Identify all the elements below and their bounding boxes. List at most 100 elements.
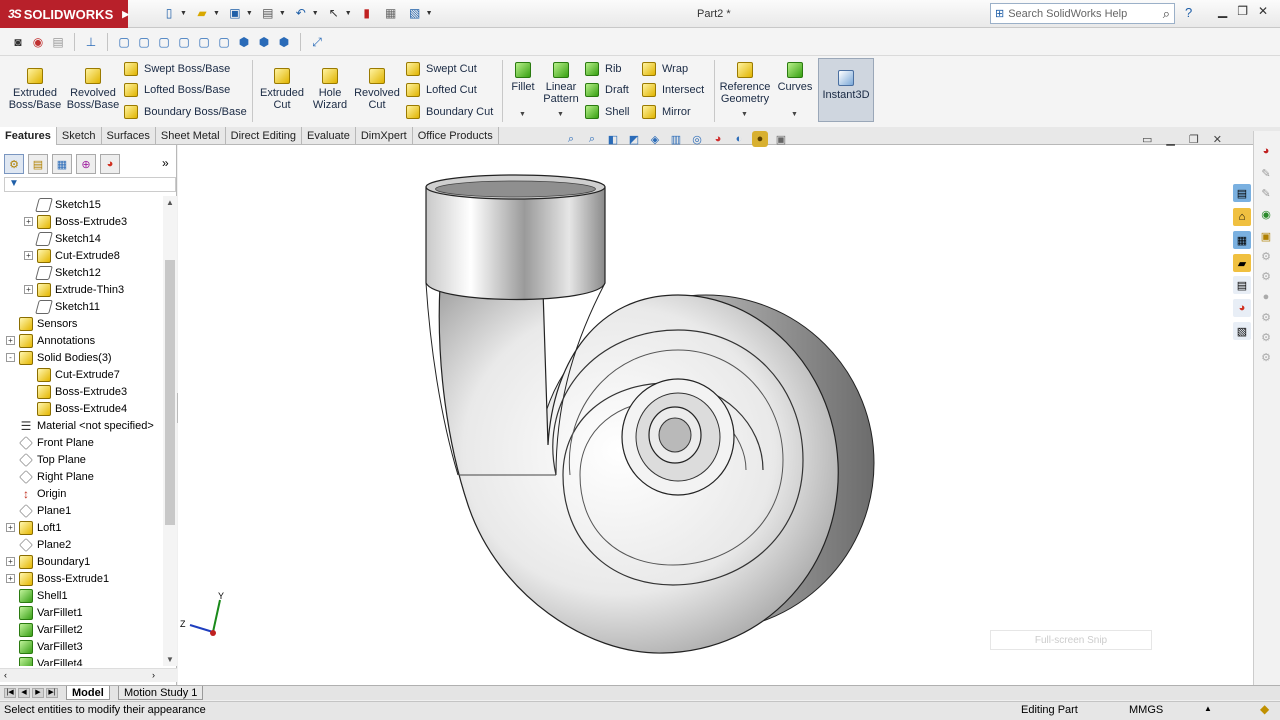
last-tab-icon[interactable]: ▶| [46,688,58,698]
display-style-icon[interactable]: ▥ [668,131,684,147]
linear-pattern-button[interactable]: Linear Pattern [541,62,581,105]
tree-item[interactable]: Sketch14 [24,230,101,247]
units-dropdown-icon[interactable]: ▲ [1204,704,1212,713]
view-settings-icon[interactable]: ▣ [773,131,789,147]
tree-item[interactable]: ☰ Material <not specified> [6,417,154,434]
mirror-button[interactable]: Mirror [642,105,691,119]
design-library-tab-icon[interactable]: ⌂ [1233,208,1251,226]
tree-expander-icon[interactable]: - [6,353,15,362]
tool-icon-7[interactable]: ● [1257,288,1275,306]
print-dropdown-icon[interactable]: ▼ [279,10,286,17]
tree-item[interactable]: VarFillet4 [6,655,83,666]
tree-item[interactable]: VarFillet2 [6,621,83,638]
solidworks-menu-button[interactable]: 3S SOLIDWORKS ▶ [0,0,129,28]
graphics-area[interactable]: Y Z [178,145,1253,685]
print-icon[interactable]: ▤ [259,4,277,22]
hole-wizard-button[interactable]: Hole Wizard [308,68,352,111]
reference-dropdown-icon[interactable]: ▼ [741,111,748,118]
tree-item[interactable]: ↕ Origin [6,485,66,502]
swept-boss-button[interactable]: Swept Boss/Base [124,62,230,76]
camera-icon[interactable]: ◙ [10,34,26,50]
tab-dimxpert[interactable]: DimXpert [356,127,413,145]
viewport-restore-icon[interactable]: ❐ [1189,133,1199,146]
scroll-down-icon[interactable]: ▼ [166,655,174,664]
swept-cut-button[interactable]: Swept Cut [406,62,477,76]
tree-expander-icon[interactable]: + [6,523,15,532]
tree-expander-icon[interactable]: + [24,251,33,260]
rebuild-status-icon[interactable]: ◆ [1260,702,1269,716]
tool-icon-2[interactable]: ✎ [1257,184,1275,202]
folder-tab-icon[interactable]: ▰ [1233,254,1251,272]
revolved-cut-button[interactable]: Revolved Cut [354,68,400,111]
boundary-boss-button[interactable]: Boundary Boss/Base [124,105,247,119]
prev-tab-icon[interactable]: ◀ [18,688,30,698]
search-help-box[interactable]: ⊞ Search SolidWorks Help ⌕ [990,3,1175,24]
search-input[interactable]: Search SolidWorks Help [1008,8,1127,20]
render-icon[interactable]: ◉ [30,34,46,50]
tree-expander-icon[interactable]: + [6,557,15,566]
tree-expander-icon[interactable]: + [6,336,15,345]
tree-item[interactable]: Sensors [6,315,77,332]
wrap-button[interactable]: Wrap [642,62,688,76]
draft-button[interactable]: Draft [585,83,629,97]
tree-item[interactable]: Shell1 [6,587,68,604]
lofted-cut-button[interactable]: Lofted Cut [406,83,477,97]
open-dropdown-icon[interactable]: ▼ [213,10,220,17]
tree-item[interactable]: + Annotations [6,332,95,349]
tree-item[interactable]: Boss-Extrude4 [24,400,127,417]
section-view-icon[interactable]: ◩ [626,131,642,147]
tool-icon-1[interactable]: ✎ [1257,164,1275,182]
view-bottom-icon[interactable]: ▢ [216,34,232,50]
rebuild-icon[interactable]: ▮ [358,4,376,22]
undo-icon[interactable]: ↶ [292,4,310,22]
tree-item[interactable]: Cut-Extrude7 [24,366,120,383]
view-dimetric-icon[interactable]: ⬢ [276,34,292,50]
hide-show-icon[interactable]: ◎ [689,131,705,147]
restore-icon[interactable]: ❐ [1237,4,1248,18]
tool-icon-10[interactable]: ⚙ [1257,348,1275,366]
display-manager-tab-icon[interactable]: ◕ [100,154,120,174]
tool-icon-5[interactable]: ⚙ [1257,247,1275,265]
scroll-up-icon[interactable]: ▲ [166,198,174,207]
appearance-icon[interactable]: ◕ [1257,142,1275,160]
fillet-dropdown-icon[interactable]: ▼ [519,111,526,118]
tab-evaluate[interactable]: Evaluate [302,127,356,145]
tree-item[interactable]: Sketch11 [24,298,100,315]
tool-icon-3[interactable]: ◉ [1257,205,1275,223]
extruded-cut-button[interactable]: Extruded Cut [258,68,306,111]
search-icon[interactable]: ⌕ [1163,6,1170,22]
file-properties-icon[interactable]: ▦ [382,4,400,22]
fillet-button[interactable]: Fillet [508,62,538,93]
tree-item[interactable]: + Boss-Extrude3 [24,213,127,230]
tab-sketch[interactable]: Sketch [57,127,102,145]
options-dropdown-icon[interactable]: ▼ [426,10,433,17]
tree-item[interactable]: + Extrude-Thin3 [24,281,124,298]
print-preview-icon[interactable]: ▤ [50,34,66,50]
tree-item[interactable]: + Loft1 [6,519,61,536]
units-selector[interactable]: MMGS [1129,704,1163,716]
configuration-manager-tab-icon[interactable]: ▦ [52,154,72,174]
zoom-to-area-icon[interactable]: ⌕ [584,131,600,147]
tab-motion-study[interactable]: Motion Study 1 [118,686,204,700]
select-pointer-icon[interactable]: ↖ [325,4,343,22]
property-manager-tab-icon[interactable]: ▤ [28,154,48,174]
new-document-icon[interactable]: ▯ [160,4,178,22]
tool-icon-4[interactable]: ▣ [1257,227,1275,245]
scroll-right-icon[interactable]: › [152,670,155,680]
curves-button[interactable]: Curves [776,62,814,93]
new-dropdown-icon[interactable]: ▼ [180,10,187,17]
custom-properties-tab-icon[interactable]: ▧ [1233,322,1251,340]
resources-tab-icon[interactable]: ▤ [1233,184,1251,202]
origin-triad-icon[interactable]: ⊥ [83,34,99,50]
zoom-to-fit-icon[interactable]: ⌕ [563,131,579,147]
shell-button[interactable]: Shell [585,105,629,119]
appearances-tab-icon[interactable]: ◕ [1233,299,1251,317]
tree-item[interactable]: Right Plane [6,468,94,485]
tree-item[interactable]: + Cut-Extrude8 [24,247,120,264]
panel-expand-icon[interactable]: » [162,156,169,170]
tree-item[interactable]: VarFillet3 [6,638,83,655]
options-icon[interactable]: ▧ [406,4,424,22]
open-folder-icon[interactable]: ▰ [193,4,211,22]
close-icon[interactable]: ✕ [1258,4,1268,18]
save-icon[interactable]: ▣ [226,4,244,22]
